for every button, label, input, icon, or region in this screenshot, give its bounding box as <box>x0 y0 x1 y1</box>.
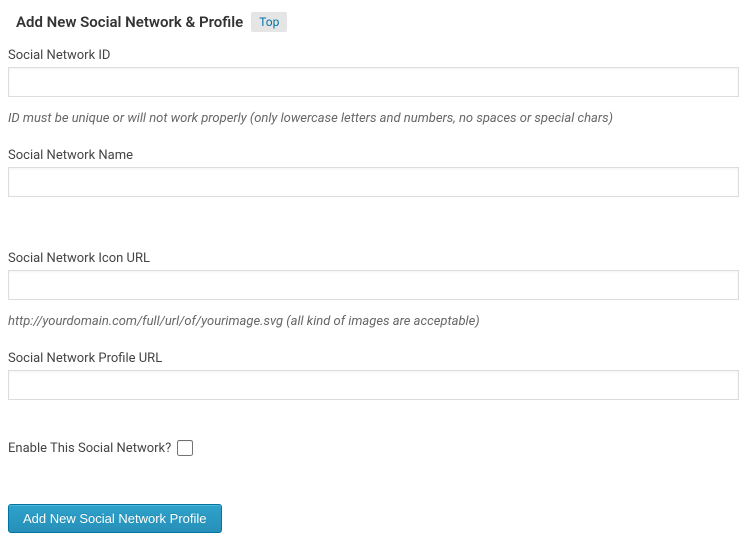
field-icon-url: Social Network Icon URL <box>8 251 739 300</box>
page-title: Add New Social Network & Profile <box>16 13 243 31</box>
checkbox-enable[interactable] <box>177 440 193 456</box>
field-enable: Enable This Social Network? <box>8 440 739 456</box>
input-icon-url[interactable] <box>8 270 739 300</box>
field-social-network-name: Social Network Name <box>8 148 739 197</box>
submit-button[interactable]: Add New Social Network Profile <box>8 504 222 533</box>
hint-icon-url: http://yourdomain.com/full/url/of/yourim… <box>8 314 739 329</box>
input-profile-url[interactable] <box>8 370 739 400</box>
field-social-network-id: Social Network ID <box>8 48 739 97</box>
label-social-network-name: Social Network Name <box>8 148 739 163</box>
label-icon-url: Social Network Icon URL <box>8 251 739 266</box>
label-social-network-id: Social Network ID <box>8 48 739 63</box>
label-enable: Enable This Social Network? <box>8 441 171 456</box>
form-header: Add New Social Network & Profile Top <box>8 12 739 32</box>
field-profile-url: Social Network Profile URL <box>8 351 739 400</box>
hint-social-network-id: ID must be unique or will not work prope… <box>8 111 739 126</box>
input-social-network-name[interactable] <box>8 167 739 197</box>
label-profile-url: Social Network Profile URL <box>8 351 739 366</box>
input-social-network-id[interactable] <box>8 67 739 97</box>
top-link[interactable]: Top <box>251 12 287 32</box>
